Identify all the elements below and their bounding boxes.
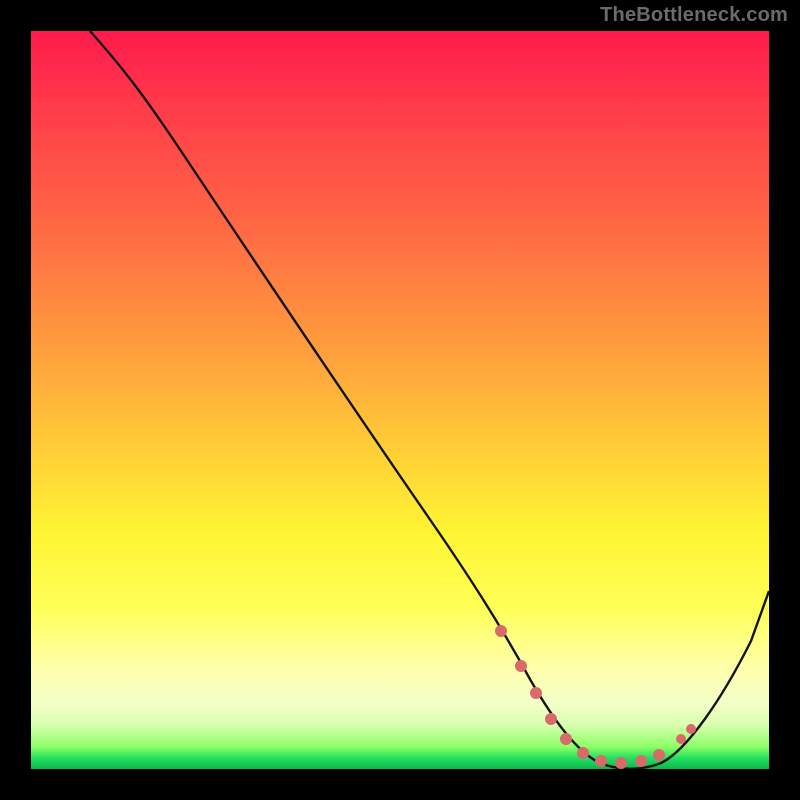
highlighted-points — [495, 625, 696, 769]
bottleneck-curve — [90, 31, 769, 769]
attribution-label: TheBottleneck.com — [600, 4, 788, 27]
plot-area — [31, 31, 769, 769]
curve-layer — [31, 31, 769, 769]
chart-frame: TheBottleneck.com — [0, 0, 800, 800]
